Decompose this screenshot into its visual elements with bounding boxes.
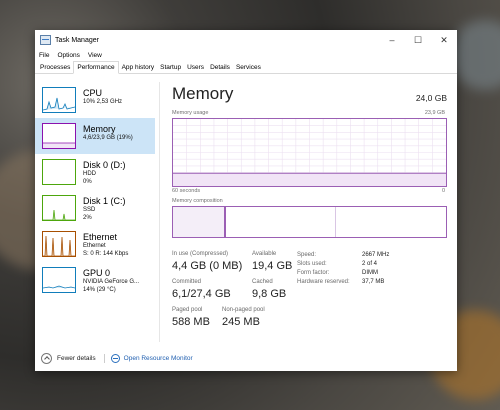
available-value: 19,4 GB bbox=[252, 260, 293, 272]
sidebar-item-detail: HDD 0% bbox=[83, 171, 96, 185]
sidebar-item-label: Ethernet bbox=[83, 232, 118, 242]
tab-bar: Processes Performance App history Startu… bbox=[35, 61, 457, 74]
sidebar-item-label: Disk 1 (C:) bbox=[83, 196, 126, 206]
in-use-value: 4,4 GB (0 MB) bbox=[172, 260, 243, 272]
committed-value: 6,1/27,4 GB bbox=[172, 288, 231, 300]
graph-axis-left: 60 seconds bbox=[172, 188, 201, 194]
memory-usage-label: Memory usage bbox=[172, 110, 209, 116]
resource-monitor-icon[interactable] bbox=[110, 354, 120, 363]
ethernet-thumbnail-graph bbox=[42, 231, 76, 257]
memory-composition-label: Memory composition bbox=[172, 198, 223, 204]
sidebar-item-detail: SSD 2% bbox=[83, 207, 96, 221]
in-use-label: In use (Compressed) bbox=[172, 251, 229, 257]
paged-pool-label: Paged pool bbox=[172, 307, 203, 313]
cached-label: Cached bbox=[252, 279, 273, 285]
tab-users[interactable]: Users bbox=[184, 62, 207, 73]
sidebar-item-memory[interactable]: Memory 4,6/23,9 GB (19%) bbox=[35, 118, 155, 154]
gpu-thumbnail-graph bbox=[42, 267, 76, 293]
sidebar-item-detail: NVIDIA GeForce G... 14% (29 °C) bbox=[83, 279, 140, 293]
speed-label: Speed: bbox=[297, 252, 317, 258]
non-paged-pool-value: 245 MB bbox=[222, 316, 260, 328]
committed-label: Committed bbox=[172, 279, 202, 285]
sidebar-item-cpu[interactable]: CPU 10% 2,53 GHz bbox=[35, 82, 155, 118]
tab-details[interactable]: Details bbox=[207, 62, 233, 73]
tab-processes[interactable]: Processes bbox=[37, 62, 73, 73]
minimize-button[interactable]: – bbox=[379, 30, 405, 50]
sidebar-item-label: GPU 0 bbox=[83, 268, 111, 278]
memory-usage-graph bbox=[172, 118, 447, 187]
footer-bar: Fewer details Open Resource Monitor bbox=[35, 346, 457, 371]
usage-area bbox=[173, 173, 446, 186]
open-resource-monitor-link[interactable]: Open Resource Monitor bbox=[124, 355, 193, 362]
form-factor-value: DIMM bbox=[362, 270, 378, 276]
sidebar-item-gpu[interactable]: GPU 0 NVIDIA GeForce G... 14% (29 °C) bbox=[35, 262, 155, 298]
task-manager-icon bbox=[40, 35, 51, 45]
sidebar-item-disk1[interactable]: Disk 1 (C:) SSD 2% bbox=[35, 190, 155, 226]
background-blur bbox=[450, 20, 500, 90]
performance-sidebar: CPU 10% 2,53 GHz Memory 4,6/23,9 GB (19%… bbox=[35, 82, 155, 298]
sidebar-item-label: CPU bbox=[83, 88, 103, 98]
tab-app-history[interactable]: App history bbox=[119, 62, 158, 73]
hardware-reserved-label: Hardware reserved: bbox=[297, 279, 350, 285]
sidebar-divider bbox=[159, 82, 160, 342]
title-bar: Task Manager – ☐ ✕ bbox=[35, 30, 457, 50]
paged-pool-value: 588 MB bbox=[172, 316, 210, 328]
slots-value: 2 of 4 bbox=[362, 261, 378, 267]
slots-label: Slots used: bbox=[297, 261, 327, 267]
chevron-up-circle-icon[interactable] bbox=[41, 353, 52, 364]
available-label: Available bbox=[252, 251, 277, 257]
sidebar-item-ethernet[interactable]: Ethernet Ethernet S: 0 R: 144 Kbps bbox=[35, 226, 155, 262]
disk0-thumbnail-graph bbox=[42, 159, 76, 185]
disk1-thumbnail-graph bbox=[42, 195, 76, 221]
memory-composition-bar bbox=[172, 206, 447, 238]
window-title: Task Manager bbox=[55, 36, 99, 44]
sidebar-item-label: Disk 0 (D:) bbox=[83, 160, 126, 170]
sidebar-item-disk0[interactable]: Disk 0 (D:) HDD 0% bbox=[35, 154, 155, 190]
tab-startup[interactable]: Startup bbox=[157, 62, 184, 73]
tab-services[interactable]: Services bbox=[233, 62, 264, 73]
performance-content: CPU 10% 2,53 GHz Memory 4,6/23,9 GB (19%… bbox=[35, 74, 457, 344]
memory-thumbnail-graph bbox=[42, 123, 76, 149]
non-paged-pool-label: Non-paged pool bbox=[222, 307, 265, 313]
hardware-reserved-value: 37,7 MB bbox=[362, 279, 385, 285]
composition-in-use bbox=[173, 207, 225, 237]
sidebar-item-detail: 10% 2,53 GHz bbox=[83, 99, 123, 105]
sidebar-item-detail: Ethernet S: 0 R: 144 Kbps bbox=[83, 243, 129, 257]
tab-performance[interactable]: Performance bbox=[73, 61, 119, 74]
task-manager-window: Task Manager – ☐ ✕ File Options View Pro… bbox=[35, 30, 457, 371]
menu-view[interactable]: View bbox=[88, 52, 102, 59]
fewer-details-button[interactable]: Fewer details bbox=[57, 355, 96, 362]
graph-axis-right: 0 bbox=[441, 188, 445, 194]
cpu-thumbnail-graph bbox=[42, 87, 76, 113]
memory-usage-max: 23,9 GB bbox=[424, 110, 445, 116]
footer-separator bbox=[103, 354, 105, 363]
memory-total: 24,0 GB bbox=[415, 93, 447, 103]
cached-value: 9,8 GB bbox=[252, 288, 287, 300]
close-button[interactable]: ✕ bbox=[431, 30, 457, 50]
maximize-button[interactable]: ☐ bbox=[405, 30, 431, 50]
menu-options[interactable]: Options bbox=[57, 52, 79, 59]
composition-standby bbox=[226, 207, 336, 237]
sidebar-item-detail: 4,6/23,9 GB (19%) bbox=[83, 135, 133, 141]
menu-file[interactable]: File bbox=[39, 52, 49, 59]
form-factor-label: Form factor: bbox=[297, 270, 330, 276]
menu-bar: File Options View bbox=[35, 50, 457, 61]
speed-value: 2667 MHz bbox=[362, 252, 390, 258]
page-title: Memory bbox=[172, 84, 234, 103]
sidebar-item-label: Memory bbox=[83, 124, 116, 134]
